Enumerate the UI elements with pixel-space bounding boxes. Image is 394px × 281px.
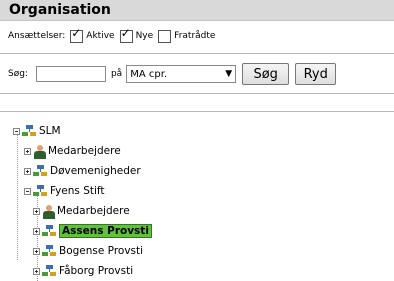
expand-icon[interactable] [33,247,40,255]
search-bar: Søg: på MA cpr. ▼ Søg Ryd [8,63,342,85]
new-label: Nye [135,31,154,41]
tree-node-label: SLM [39,125,61,137]
expand-icon[interactable] [33,227,40,235]
org-unit-icon [42,225,57,237]
search-field-value: MA cpr. [130,68,168,80]
checkmark-icon: ✓ [120,25,131,40]
tree-node-label: Medarbejdere [57,205,130,217]
search-field-select[interactable]: MA cpr. ▼ [126,65,237,83]
search-on-label: på [110,69,123,79]
tree-node-slm[interactable]: SLM [13,122,61,140]
tree-node-label: Fåborg Provsti [59,265,134,277]
page-title: Organisation [9,2,111,18]
tree-node-label: Døvemenigheder [50,165,141,177]
collapse-icon[interactable] [24,187,31,195]
tree-node-faaborg-provsti[interactable]: Fåborg Provsti [33,262,133,280]
resigned-label: Fratrådte [174,31,216,41]
clear-button[interactable]: Ryd [295,63,337,85]
active-checkbox[interactable]: ✓ [70,25,84,43]
search-input[interactable] [35,66,106,82]
tree-node-label: Bogense Provsti [59,245,144,257]
divider [0,111,394,112]
tree-node-label: Fyens Stift [50,185,105,197]
active-label: Aktive [86,31,115,41]
expand-icon[interactable] [24,167,31,175]
person-icon [42,204,55,219]
search-button[interactable]: Søg [242,63,290,85]
tree-node-fyens-stift[interactable]: Fyens Stift [24,182,105,200]
org-unit-icon [33,165,48,177]
tree-connector [17,134,19,260]
checkmark-icon: ✓ [71,25,82,40]
org-unit-icon [22,125,37,137]
organisation-tree: SLM Medarbejdere Døvemenigheder Fyens St… [0,120,394,281]
filters-label: Ansættelser: [8,31,66,41]
expand-icon[interactable] [33,207,40,215]
chevron-down-icon: ▼ [225,69,233,79]
new-checkbox[interactable]: ✓ [119,25,133,43]
expand-icon[interactable] [24,147,31,155]
org-unit-icon [33,185,48,197]
resigned-checkbox[interactable] [158,29,172,43]
person-icon [33,144,46,159]
tree-node-label-selected: Assens Provsti [59,224,152,238]
org-unit-icon [42,265,57,277]
tree-node-assens-provsti[interactable]: Assens Provsti [33,222,152,240]
org-unit-icon [42,245,57,257]
divider [0,53,394,54]
expand-icon[interactable] [33,267,40,275]
tree-node-medarbejdere[interactable]: Medarbejdere [33,202,130,220]
collapse-icon[interactable] [13,127,20,135]
tree-node-label: Medarbejdere [48,145,121,157]
search-label: Søg: [8,69,28,79]
tree-node-medarbejdere[interactable]: Medarbejdere [24,142,121,160]
tree-node-bogense-provsti[interactable]: Bogense Provsti [33,242,143,260]
tree-node-doevemenigheder[interactable]: Døvemenigheder [24,162,141,180]
employment-filters: Ansættelser: ✓ Aktive ✓ Nye Fratrådte [8,27,218,45]
panel-header: Organisation [0,0,394,21]
divider [0,93,394,94]
